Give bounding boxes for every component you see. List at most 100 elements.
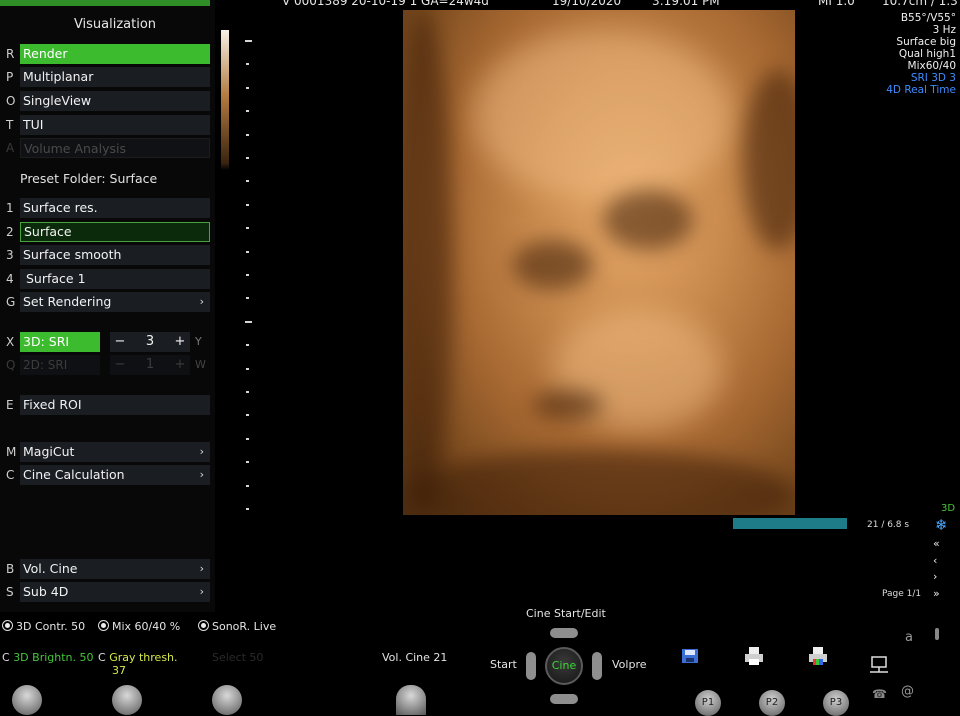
key-label: E [6,398,14,412]
chevron-right-icon: › [199,562,204,575]
preset-button[interactable]: Surface res. [20,198,210,218]
depth-tick [245,320,252,323]
depth-readout: 10.7cm / 1.3 [882,0,958,8]
gray-threshold-control[interactable]: C Gray thresh. 37 [98,651,178,677]
render-view[interactable] [403,10,795,515]
chevron-right-icon: › [199,585,204,598]
preset-button[interactable]: Surface [20,222,210,242]
previous-frame-icon[interactable]: ‹ [933,554,937,567]
sri-2d-minus-button: − [110,355,130,375]
fixed-roi-button[interactable]: Fixed ROI [20,395,210,415]
multiplanar-button[interactable]: Multiplanar [20,67,210,87]
param-quality: Qual high1 [898,48,956,60]
set-rendering-button[interactable]: Set Rendering › [20,292,210,312]
key-label: T [6,118,14,132]
next-frame-icon[interactable]: › [933,570,937,583]
preset-surface-1[interactable]: 4 Surface 1 [0,269,212,289]
sri-3d-minus-button[interactable]: − [110,332,130,352]
exam-time: 3:19:01 PM [652,0,720,8]
cine-calculation-row[interactable]: C Cine Calculation › [0,465,212,485]
magicut-label: MagiCut [23,444,75,459]
volpre-label: Volpre [612,658,647,671]
preset-surface-res[interactable]: 1 Surface res. [0,198,212,218]
mix-label: Mix 60/40 % [112,620,181,633]
key-label: 4 [6,272,14,286]
knob-mix[interactable] [112,685,142,715]
singleview-button[interactable]: SingleView [20,91,210,111]
depth-tick [246,391,249,393]
key-label: 2 [6,225,14,239]
phone-icon[interactable]: ☎ [872,687,887,701]
depth-tick [246,508,249,510]
preset-button[interactable]: Surface 1 [20,269,210,289]
vol-cine-button[interactable]: Vol. Cine › [20,559,210,579]
start-label: Start [490,658,517,671]
sri-3d-button[interactable]: 3D: SRI [20,332,100,352]
p2-button[interactable]: P2 [759,690,785,716]
vol-cine-row[interactable]: B Vol. Cine › [0,559,212,579]
depth-tick [246,344,249,347]
depth-tick [246,110,249,113]
gray-scale-bar [221,30,229,170]
last-frame-icon[interactable]: » [933,587,940,600]
3d-contrast-control[interactable]: 3D Contr. 50 [2,620,85,633]
mode-singleview[interactable]: O SingleView [0,91,212,111]
snowflake-icon[interactable]: ❄ [935,516,948,534]
mode-multiplanar[interactable]: P Multiplanar [0,67,212,87]
set-rendering-row[interactable]: G Set Rendering › [0,292,212,312]
preset-button[interactable]: Surface smooth [20,245,210,265]
render-shadow [533,390,603,420]
ring-right-segment[interactable] [592,652,602,680]
annotation-icon[interactable]: a [905,630,913,645]
param-surface: Surface big [896,36,956,48]
save-icon[interactable] [681,648,699,664]
c-icon: C [98,651,110,664]
cine-progress-bar[interactable] [733,518,847,529]
mode-volume-analysis: A Volume Analysis [0,138,212,158]
p3-button[interactable]: P3 [823,690,849,716]
sub-4d-button[interactable]: Sub 4D › [20,582,210,602]
3d-brightness-control[interactable]: C 3D Brightn. 50 [2,651,94,664]
sub-4d-row[interactable]: S Sub 4D › [0,582,212,602]
render-shadow [603,190,693,250]
at-icon[interactable]: @ [901,684,914,699]
sri-2d-plus-button: + [170,355,190,375]
preset-surface[interactable]: 2 Surface [0,222,212,242]
knob-3d-contrast[interactable] [12,685,42,715]
key-label: R [6,47,15,61]
print-icon[interactable] [744,646,764,666]
knob-sonorender[interactable] [212,685,242,715]
knob-vol-cine[interactable] [396,685,426,715]
color-print-icon[interactable] [808,646,828,666]
fixed-roi-row[interactable]: E Fixed ROI [0,395,212,415]
depth-tick [246,367,249,370]
network-icon[interactable] [868,656,890,676]
cine-time: 21 / 6.8 s [867,520,910,530]
sri-3d-plus-button[interactable]: + [170,332,190,352]
mode-tui[interactable]: T TUI [0,115,212,135]
render-button[interactable]: Render [20,44,210,64]
render-shadow [743,70,795,250]
pointer-icon[interactable] [935,628,939,640]
ring-up-segment[interactable] [550,628,578,638]
key-label: Q [6,358,16,372]
ring-left-segment[interactable] [526,652,536,680]
param-mode: 4D Real Time [886,84,956,96]
first-frame-icon[interactable]: « [933,537,940,550]
mechanical-index: MI 1.0 [818,0,855,8]
mix-control[interactable]: Mix 60/40 % [98,620,180,633]
mode-render[interactable]: R Render [0,44,212,64]
magicut-row[interactable]: M MagiCut › [0,442,212,462]
ring-down-segment[interactable] [550,694,578,704]
magicut-button[interactable]: MagiCut › [20,442,210,462]
sonorender-control[interactable]: SonoR. Live [198,620,276,633]
page-indicator: Page 1/1 [882,589,922,599]
preset-surface-smooth[interactable]: 3 Surface smooth [0,245,212,265]
key-label: P [6,70,14,84]
tui-button[interactable]: TUI [20,115,210,135]
cine-calculation-button[interactable]: Cine Calculation › [20,465,210,485]
chevron-right-icon: › [199,468,204,481]
cine-button[interactable]: Cine [545,647,583,685]
p1-button[interactable]: P1 [695,690,721,716]
sri-3d-value: 3 [130,332,170,352]
